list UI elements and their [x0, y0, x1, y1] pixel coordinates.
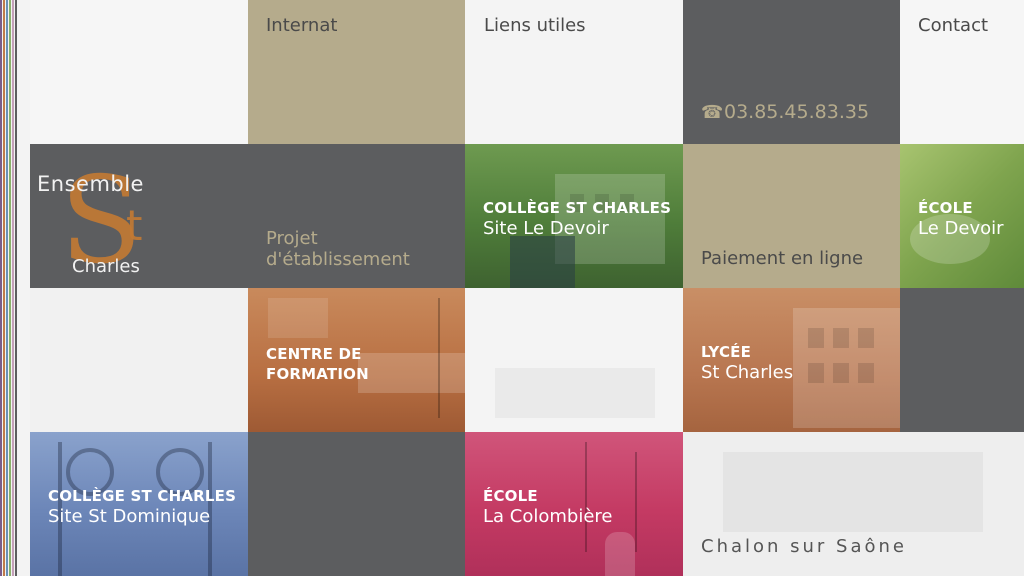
- window: [833, 363, 849, 383]
- window: [833, 328, 849, 348]
- tile-college-dominique[interactable]: COLLÈGE ST CHARLES Site St Dominique: [30, 432, 248, 576]
- nav-contact-label: Contact: [918, 15, 989, 36]
- centre-title-2: FORMATION: [266, 365, 369, 383]
- tree-shape: [635, 452, 637, 552]
- college-dominique-subtitle: Site St Dominique: [48, 506, 211, 527]
- caption: ÉCOLE Le Devoir: [918, 198, 1004, 240]
- tile-blank-mid-left: [30, 288, 248, 432]
- window: [858, 363, 874, 383]
- tile-ecole-devoir[interactable]: ÉCOLE Le Devoir: [900, 144, 1024, 288]
- phone-icon: ☎: [701, 102, 724, 123]
- nav-liens-utiles[interactable]: Liens utiles: [465, 0, 683, 144]
- paiement-label: Paiement en ligne: [701, 248, 864, 269]
- decorative-stripes: [0, 0, 22, 576]
- window: [808, 363, 824, 383]
- tile-ecole-colombiere[interactable]: ÉCOLE La Colombière: [465, 432, 683, 576]
- tile-paiement[interactable]: Paiement en ligne: [683, 144, 900, 288]
- projet-line2: d'établissement: [266, 249, 410, 270]
- caption: COLLÈGE ST CHARLES Site Le Devoir: [483, 198, 671, 240]
- nav-contact[interactable]: Contact: [900, 0, 1024, 144]
- tile-projet[interactable]: Projet d'établissement: [248, 144, 465, 288]
- nav-internat-label: Internat: [266, 15, 338, 36]
- logo-charles: Charles: [72, 256, 140, 277]
- ecole-colombiere-subtitle: La Colombière: [483, 506, 613, 527]
- faded-building: [723, 452, 983, 532]
- tree-shape: [438, 298, 440, 418]
- nav-internat[interactable]: Internat: [248, 0, 465, 144]
- stair-shape: [268, 298, 328, 338]
- projet-line1: Projet: [266, 228, 318, 249]
- lycee-title: LYCÉE: [701, 343, 752, 361]
- window: [808, 328, 824, 348]
- tile-city: Chalon sur Saône: [683, 432, 1024, 576]
- city-label: Chalon sur Saône: [701, 536, 908, 557]
- phone-number: 03.85.45.83.35: [724, 101, 870, 123]
- phone-tile[interactable]: ☎ 03.85.45.83.35: [683, 0, 900, 144]
- tile-dark-bottom: [248, 432, 465, 576]
- child-shape: [605, 532, 635, 576]
- caption: COLLÈGE ST CHARLES Site St Dominique: [48, 486, 236, 528]
- logo-tile[interactable]: S t Ensemble Charles: [30, 144, 248, 288]
- planter-shape: [510, 236, 575, 288]
- caption: ÉCOLE La Colombière: [483, 486, 613, 528]
- ecole-devoir-subtitle: Le Devoir: [918, 218, 1004, 239]
- caption: CENTRE DE FORMATION: [266, 344, 369, 384]
- tile-blank-top-left: [30, 0, 248, 144]
- window: [858, 328, 874, 348]
- caption: LYCÉE St Charles: [701, 342, 793, 384]
- svg-text:t: t: [126, 201, 142, 250]
- tile-college-devoir[interactable]: COLLÈGE ST CHARLES Site Le Devoir: [465, 144, 683, 288]
- tile-dark-mid-right: [900, 288, 1024, 432]
- tile-centre-formation[interactable]: CENTRE DE FORMATION: [248, 288, 465, 432]
- tile-blank-mid-center: [465, 288, 683, 432]
- tile-lycee[interactable]: LYCÉE St Charles: [683, 288, 900, 432]
- college-dominique-title: COLLÈGE ST CHARLES: [48, 487, 237, 505]
- ecole-colombiere-title: ÉCOLE: [483, 487, 538, 505]
- college-devoir-title: COLLÈGE ST CHARLES: [483, 199, 672, 217]
- centre-title-1: CENTRE DE: [266, 345, 362, 363]
- ecole-devoir-title: ÉCOLE: [918, 199, 973, 217]
- college-devoir-subtitle: Site Le Devoir: [483, 218, 609, 239]
- nav-liens-label: Liens utiles: [484, 15, 586, 36]
- building-shape: [358, 353, 465, 393]
- faded-building: [495, 368, 655, 418]
- lycee-subtitle: St Charles: [701, 362, 794, 383]
- logo-ensemble: Ensemble: [37, 172, 144, 196]
